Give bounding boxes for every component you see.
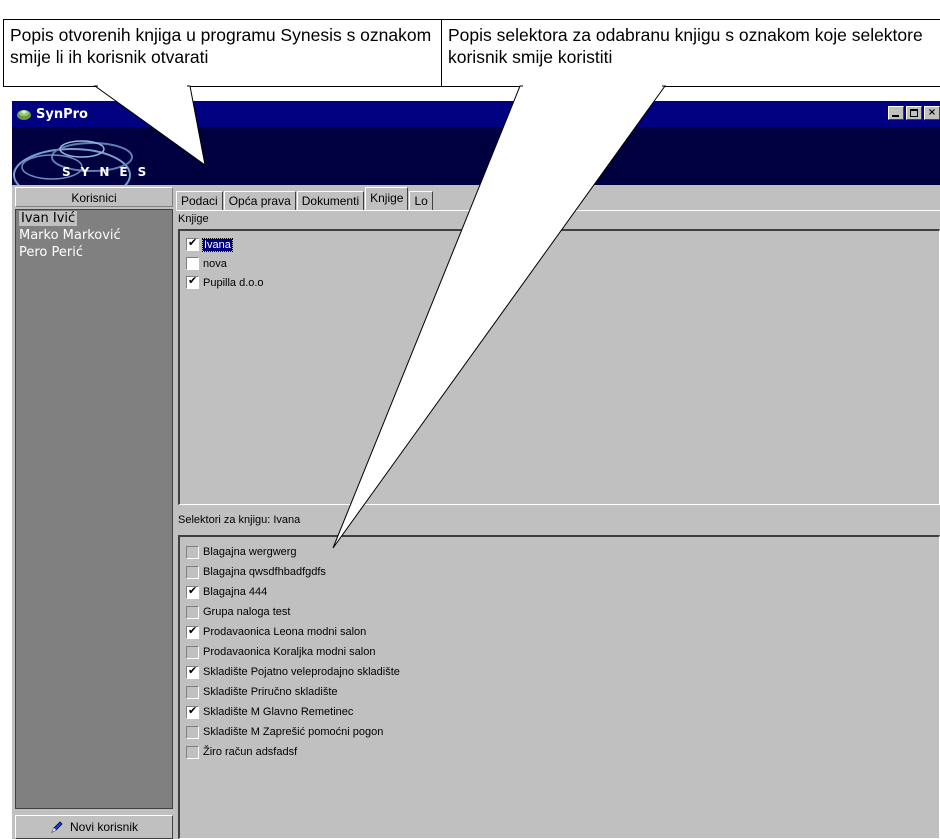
list-item[interactable]: Prodavaonica Koraljka modni salon [186,642,939,662]
callout-books: Popis otvorenih knjiga u programu Synesi… [3,19,442,87]
list-item[interactable]: Pero Perić [16,244,172,261]
list-item[interactable]: Grupa naloga test [186,602,939,622]
users-list[interactable]: Ivan Ivić Marko Marković Pero Perić [15,209,173,809]
selector-name: Skladište M Zaprešić pomoćni pogon [203,726,384,738]
app-icon [17,110,31,120]
list-item[interactable]: Skladište Priručno skladište [186,682,939,702]
list-item[interactable]: Marko Marković [16,227,172,244]
list-item[interactable]: Skladište M Glavno Remetinec [186,702,939,722]
books-label: Knjige [178,213,209,225]
list-item[interactable]: Skladište Pojatno veleprodajno skladište [186,662,939,682]
list-item[interactable]: Žiro račun adsfadsf [186,742,939,762]
selector-name: Blagajna wergwerg [203,546,297,558]
title-bar[interactable]: SynPro × [12,101,940,127]
tab-opca-prava[interactable]: Opća prava [223,191,296,211]
selector-name: Prodavaonica Koraljka modni salon [203,646,376,658]
selectors-list[interactable]: Blagajna wergwerg Blagajna qwsdfhbadfgdf… [178,535,940,839]
book-name: Ivana [202,237,233,252]
user-name: Marko Marković [19,228,121,243]
selector-name: Grupa naloga test [203,606,291,618]
new-user-label: Novi korisnik [69,820,138,834]
list-item[interactable]: Ivana [186,235,939,254]
selector-checkbox[interactable] [186,664,199,679]
header-banner: SYNES [12,127,940,185]
maximize-button[interactable] [906,106,922,120]
tab-knjige[interactable]: Knjige [365,187,409,211]
selectors-label: Selektori za knjigu: Ivana [178,514,301,526]
book-checkbox[interactable] [186,236,199,251]
book-name: nova [203,257,227,270]
window-controls: × [886,106,940,120]
synesis-logo: SYNES [12,127,182,185]
user-name: Ivan Ivić [19,211,78,226]
selector-name: Blagajna qwsdfhbadfgdfs [203,566,326,578]
list-item[interactable]: nova [186,254,939,273]
selector-name: Skladište Pojatno veleprodajno skladište [203,666,400,678]
logo-text: SYNES [62,165,157,179]
book-checkbox[interactable] [186,257,199,270]
selector-name: Prodavaonica Leona modni salon [203,626,367,638]
user-name: Pero Perić [19,245,83,260]
tab-bar: Podaci Opća prava Dokumenti Knjige Lo [176,187,434,211]
selector-name: Skladište Priručno skladište [203,686,338,698]
selector-checkbox[interactable] [186,725,199,739]
books-list[interactable]: Ivana nova Pupilla d.o.o [178,229,940,505]
selector-checkbox[interactable] [186,745,199,759]
callout-selectors: Popis selektora za odabranu knjigu s ozn… [441,19,940,87]
tab-podaci[interactable]: Podaci [176,191,223,211]
close-button[interactable]: × [924,106,940,120]
book-name: Pupilla d.o.o [203,276,264,289]
selector-name: Žiro račun adsfadsf [203,746,298,758]
selector-name: Skladište M Glavno Remetinec [203,706,354,718]
details-panel: Podaci Opća prava Dokumenti Knjige Lo Kn… [176,187,940,839]
minimize-button[interactable] [888,106,904,120]
tab-dokumenti[interactable]: Dokumenti [296,191,365,211]
pencil-icon [51,821,63,833]
selector-checkbox[interactable] [186,545,199,559]
list-item[interactable]: Blagajna wergwerg [186,542,939,562]
tab-divider [176,210,940,211]
selector-checkbox[interactable] [186,704,199,719]
tab-lo[interactable]: Lo [409,191,433,211]
selector-checkbox[interactable] [186,685,199,699]
list-item[interactable]: Skladište M Zaprešić pomoćni pogon [186,722,939,742]
list-item[interactable]: Prodavaonica Leona modni salon [186,622,939,642]
list-item[interactable]: Pupilla d.o.o [186,273,939,292]
new-user-button[interactable]: Novi korisnik [15,815,173,839]
selector-checkbox[interactable] [186,645,199,659]
selector-checkbox[interactable] [186,565,199,579]
selector-name: Blagajna 444 [203,586,268,598]
users-panel: Korisnici Ivan Ivić Marko Marković Pero … [15,187,173,839]
list-item[interactable]: Blagajna 444 [186,582,939,602]
book-checkbox[interactable] [186,274,199,289]
selector-checkbox[interactable] [186,624,199,639]
selector-checkbox[interactable] [186,605,199,619]
users-panel-header[interactable]: Korisnici [15,187,173,207]
selector-checkbox[interactable] [186,584,199,599]
window-title: SynPro [36,106,88,122]
list-item[interactable]: Blagajna qwsdfhbadfgdfs [186,562,939,582]
app-window: SynPro × SYNES Korisnici Ivan Ivić Marko… [12,101,940,839]
list-item[interactable]: Ivan Ivić [16,210,172,227]
